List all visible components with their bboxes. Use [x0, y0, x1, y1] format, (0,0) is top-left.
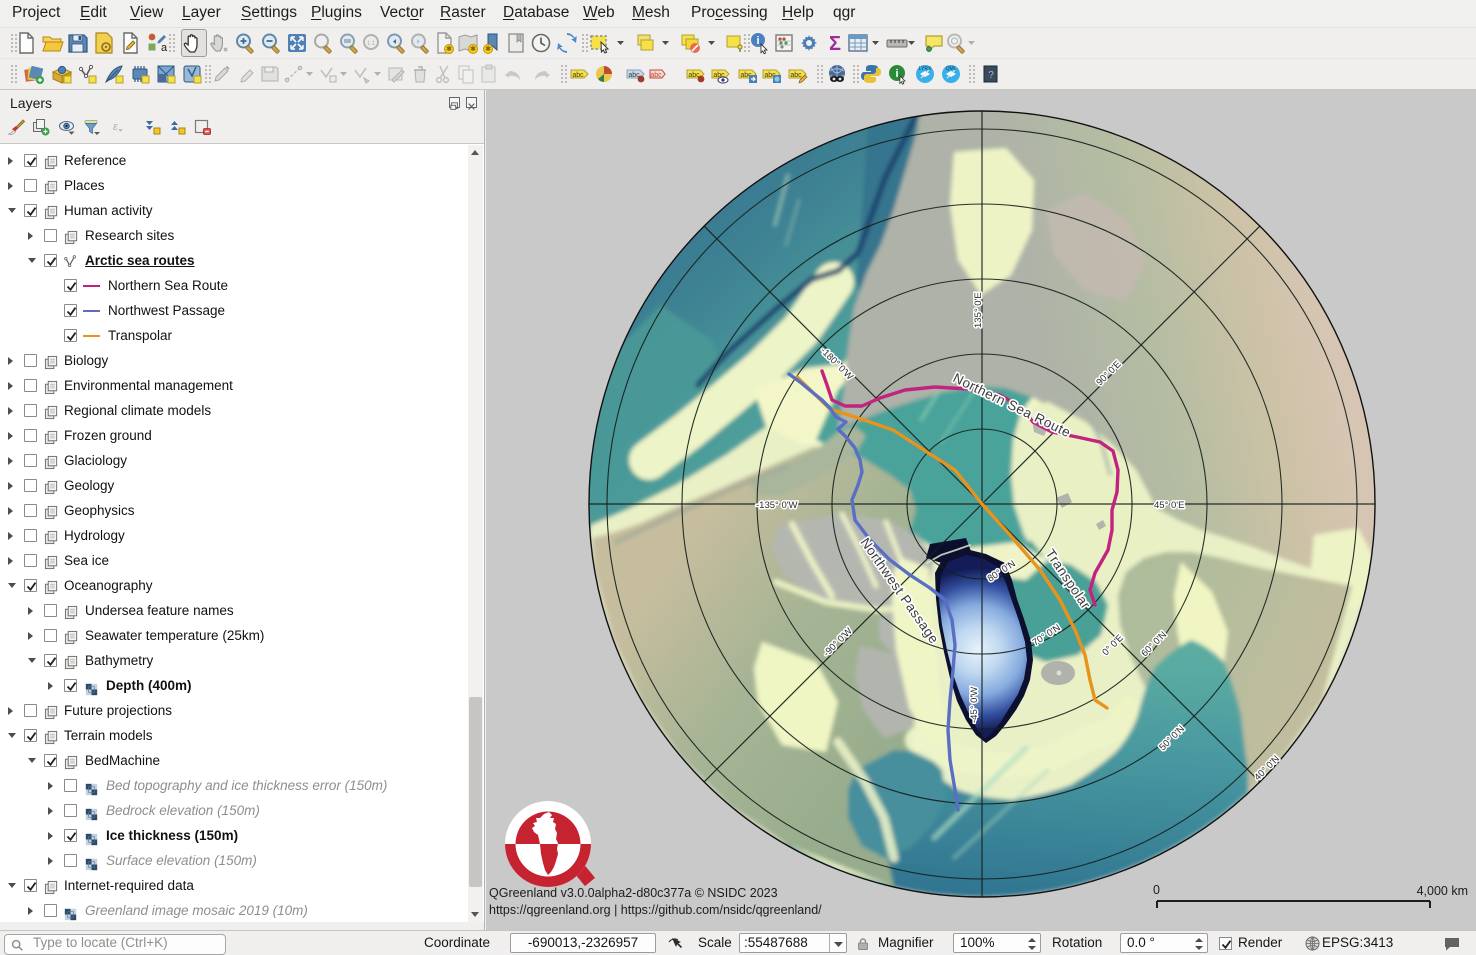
- svg-text:abc: abc: [790, 72, 802, 79]
- svg-text:https://qgreenland.org | https: https://qgreenland.org | https://github.…: [489, 903, 822, 917]
- svg-text:-135° 0'W: -135° 0'W: [756, 500, 798, 511]
- svg-text:QML: QML: [946, 66, 957, 72]
- svg-text:i: i: [756, 35, 759, 47]
- svg-text:✱: ✱: [446, 45, 452, 53]
- svg-text:ε: ε: [113, 121, 118, 133]
- svg-text:✱: ✱: [470, 45, 476, 53]
- svg-text:45° 0'E: 45° 0'E: [1154, 500, 1184, 511]
- svg-text:4,000 km: 4,000 km: [1417, 884, 1468, 898]
- svg-text:?: ?: [988, 70, 994, 81]
- svg-text:i: i: [895, 68, 898, 80]
- svg-text:-45° 0'W: -45° 0'W: [969, 687, 980, 723]
- svg-text:LYRX: LYRX: [919, 66, 932, 72]
- svg-text:135° 0'E: 135° 0'E: [973, 292, 984, 328]
- svg-text:1:1: 1:1: [367, 41, 376, 47]
- svg-text:Σ: Σ: [829, 33, 841, 55]
- svg-text:QGreenland v3.0.0alpha2-d80c37: QGreenland v3.0.0alpha2-d80c377a © NSIDC…: [489, 886, 778, 900]
- svg-text:✱: ✱: [485, 45, 491, 53]
- svg-text:a: a: [161, 42, 168, 54]
- svg-text:abc: abc: [572, 72, 584, 79]
- svg-text:abc: abc: [650, 72, 662, 79]
- svg-text:0: 0: [1153, 883, 1160, 897]
